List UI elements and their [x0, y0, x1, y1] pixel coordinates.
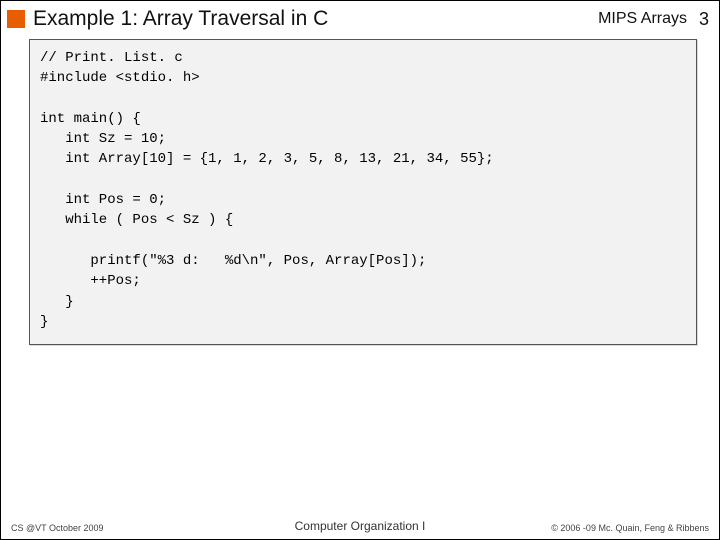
page-number: 3	[693, 9, 709, 30]
footer-right: © 2006 -09 Mc. Quain, Feng & Ribbens	[551, 523, 709, 533]
slide-footer: CS @VT October 2009 Computer Organizatio…	[1, 523, 719, 533]
code-block: // Print. List. c #include <stdio. h> in…	[29, 39, 697, 345]
slide-header: Example 1: Array Traversal in C MIPS Arr…	[1, 1, 719, 35]
slide-page: Example 1: Array Traversal in C MIPS Arr…	[0, 0, 720, 540]
slide-title: Example 1: Array Traversal in C	[33, 7, 598, 31]
slide-topic: MIPS Arrays	[598, 10, 687, 28]
bullet-icon	[7, 10, 25, 28]
